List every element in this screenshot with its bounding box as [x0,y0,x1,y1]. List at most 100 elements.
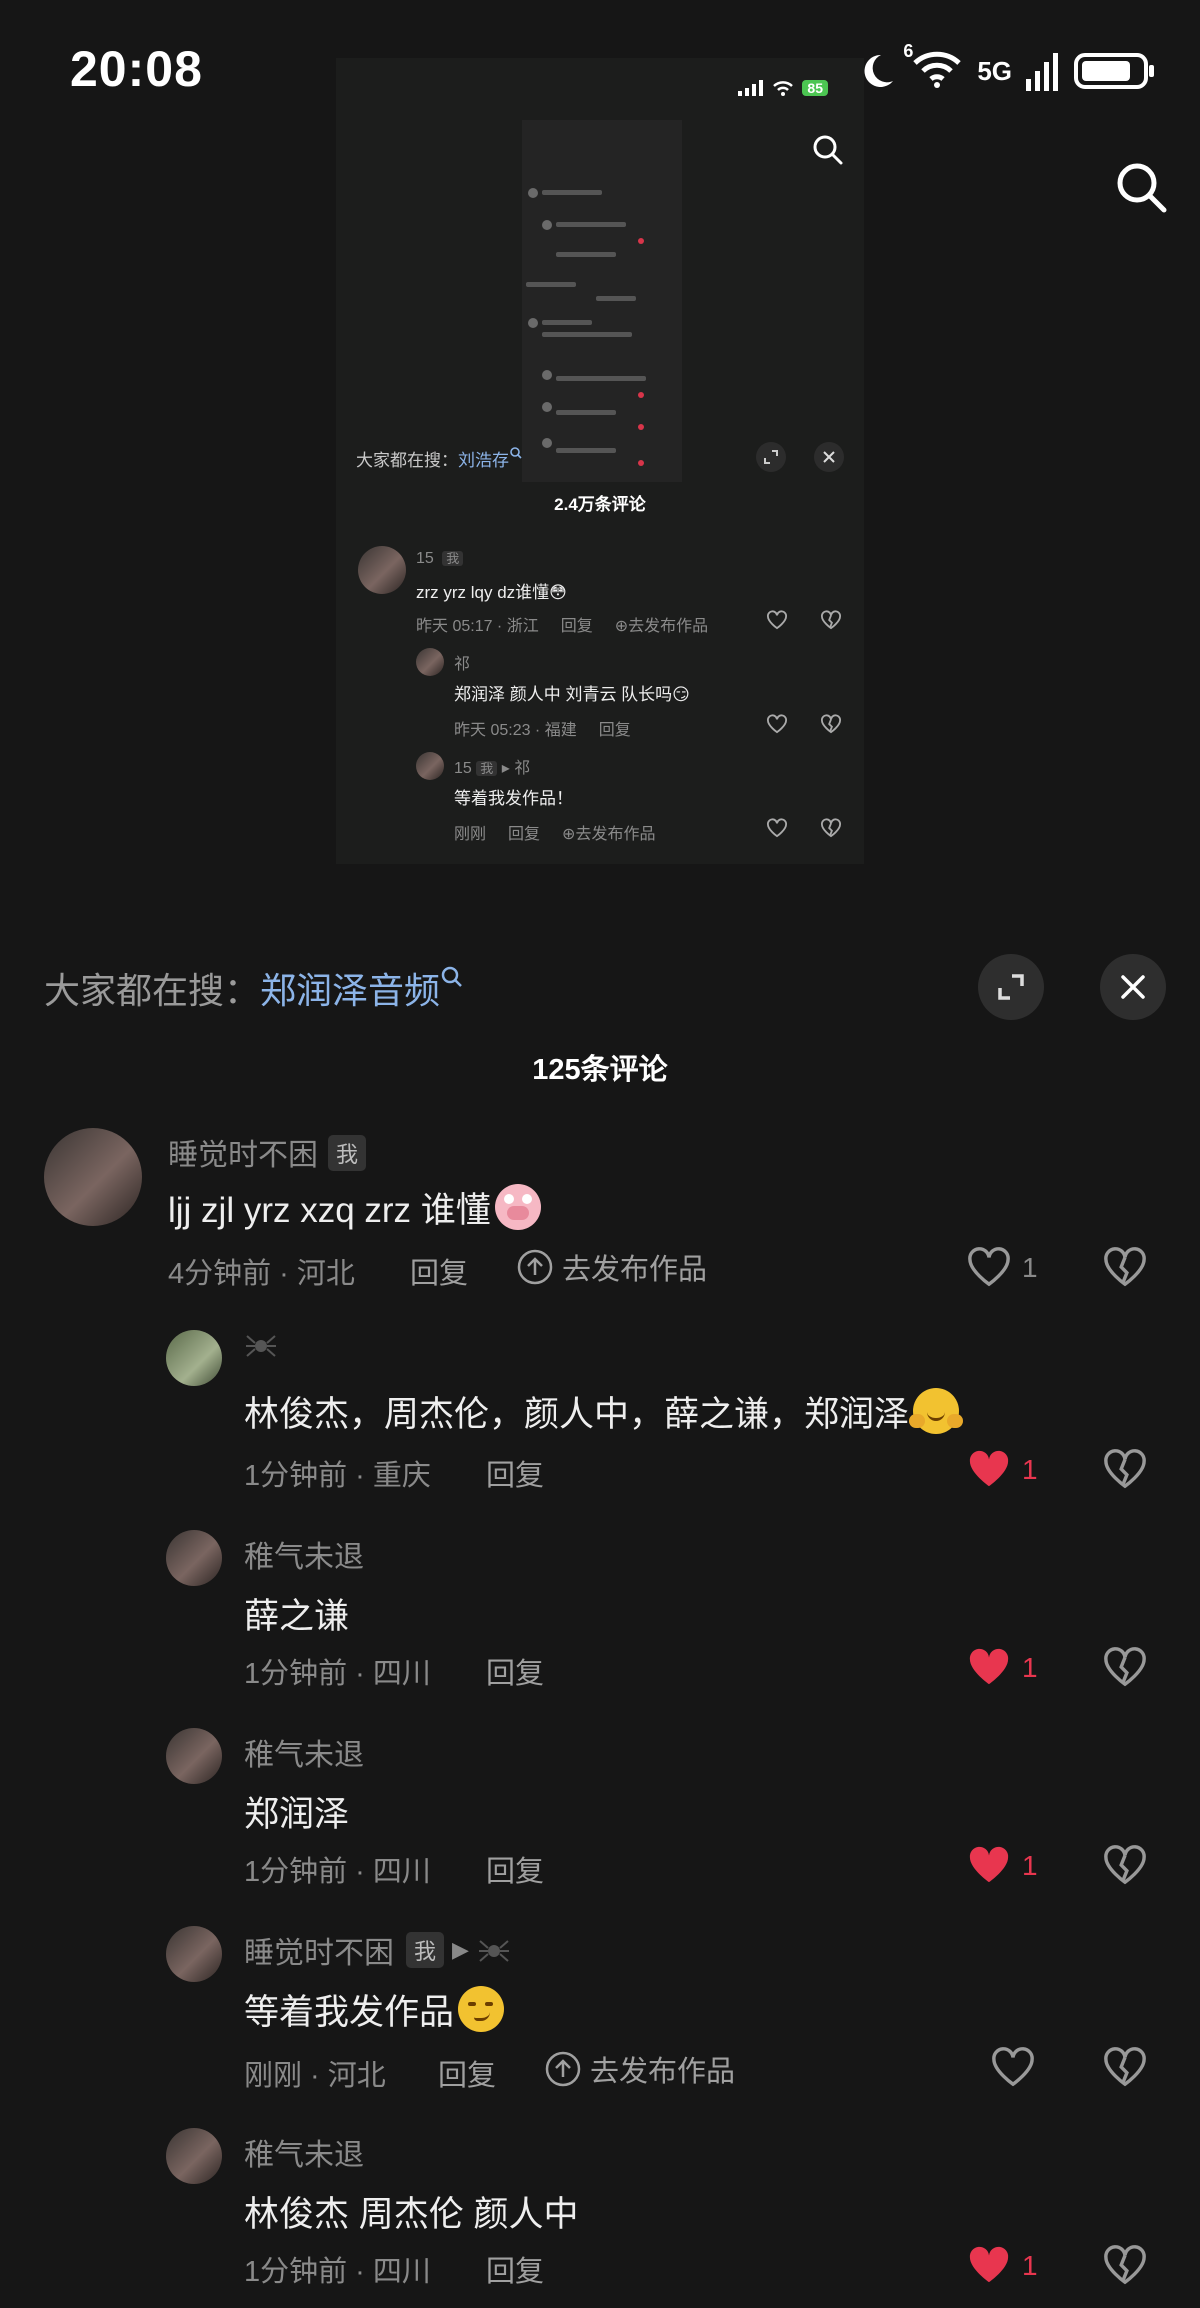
reply-button[interactable]: 回复 [486,1848,544,1890]
publish-button[interactable]: ⊕去发布作品 [562,820,655,844]
battery-icon [1074,53,1154,89]
search-suggestion-prefix: 大家都在搜： [44,970,261,1011]
close-icon [823,451,835,463]
embedded-search-suggestion[interactable]: 大家都在搜：刘浩存 [356,446,523,471]
heart-filled-icon[interactable] [966,1844,1012,1886]
reply-arrow-icon: ▶ [452,1937,469,1962]
status-time: 20:08 [70,41,203,97]
signal-icon [738,80,764,96]
avatar[interactable] [166,1926,222,1982]
heart-icon[interactable] [766,818,788,838]
dislike-icon[interactable] [1102,1246,1148,1288]
comment-text-content: 等着我发作品 [244,1993,455,2032]
reply-button[interactable]: 回复 [561,612,593,636]
search-suggestion-keyword[interactable]: 郑润泽音频 [260,970,440,1011]
spider-icon [478,1940,509,1962]
publish-button[interactable]: 去发布作品 [516,1246,707,1288]
author-name: 睡觉时不困 [244,1937,394,1970]
search-suggestion[interactable]: 大家都在搜：郑润泽音频 [44,962,464,1014]
comment-time: 刚刚 · 河北 [244,2060,386,2092]
upload-icon: ⊕ [614,618,629,635]
dislike-icon[interactable] [820,610,842,630]
embedded-comment-text: 郑润泽 颜人中 刘青云 队长吗😏 [454,685,690,704]
expand-button[interactable] [978,954,1044,1020]
avatar[interactable] [166,2128,222,2184]
embedded-close-button[interactable] [814,442,844,472]
reply-button[interactable]: 回复 [599,716,631,740]
nested-thumbnail [522,120,682,482]
comment-time: 刚刚 [454,826,487,843]
author-name[interactable]: 稚气未退 [244,1730,364,1774]
comment-text: 薛之谦 [244,1597,350,1636]
smirk-face-icon [458,1986,505,2032]
embedded-expand-button[interactable] [756,442,786,472]
reply-arrow-icon: ▸ [501,760,510,777]
embedded-comment-count: 2.4万条评论 [554,495,646,514]
comment-text-content: 林俊杰，周杰伦，颜人中，薛之谦，郑润泽 [244,1395,910,1434]
publish-label: 去发布作品 [590,2056,736,2088]
dislike-icon[interactable] [820,818,842,838]
heart-icon[interactable] [966,1246,1012,1288]
author-name[interactable]: 祁 [454,650,470,674]
comment-time: 昨天 05:17 · 浙江 [416,618,539,635]
publish-button[interactable]: 去发布作品 [544,2048,735,2090]
comment-author[interactable]: 睡觉时不困我 ▶ [244,1928,511,1972]
wifi-badge: 6 [903,40,914,61]
like-count: 1 [1022,1652,1038,1683]
heart-icon[interactable] [990,2046,1036,2088]
dislike-icon[interactable] [820,714,842,734]
reply-button[interactable]: 回复 [486,1452,544,1494]
heart-icon[interactable] [766,610,788,630]
avatar[interactable] [166,1728,222,1784]
author-name: 睡觉时不困 [168,1139,318,1172]
publish-button[interactable]: ⊕去发布作品 [615,612,708,636]
upload-icon [545,2051,581,2087]
embedded-comment-author[interactable]: 15 我 [416,548,464,568]
search-icon [441,966,462,987]
heart-filled-icon[interactable] [966,1448,1012,1490]
publish-label: 去发布作品 [628,618,709,635]
reply-button[interactable]: 回复 [438,2052,496,2094]
reply-button[interactable]: 回复 [486,2248,544,2290]
avatar[interactable] [166,1330,222,1386]
embedded-search-keyword[interactable]: 刘浩存 [458,451,509,470]
like-count: 1 [1022,2250,1038,2281]
publish-label: 去发布作品 [575,826,656,843]
like-count: 1 [1022,1454,1038,1485]
avatar[interactable] [416,648,444,676]
dislike-icon[interactable] [1102,1448,1148,1490]
dislike-icon[interactable] [1102,2244,1148,2286]
spider-icon [246,1335,276,1357]
dislike-icon[interactable] [1102,1646,1148,1688]
comment-author[interactable]: 睡觉时不困我 [168,1130,367,1174]
embedded-status-icons: 85 [738,80,828,96]
comment-author[interactable] [244,1328,278,1370]
avatar[interactable] [166,1530,222,1586]
comment-time: 1分钟前 · 四川 [244,1856,431,1888]
heart-filled-icon[interactable] [966,2244,1012,2286]
reply-button[interactable]: 回复 [486,1650,544,1692]
dislike-icon[interactable] [1102,2046,1148,2088]
search-icon [510,447,522,459]
search-icon[interactable] [1114,160,1170,216]
embedded-comment-author[interactable]: 15 我 ▸ 祁 [454,754,530,778]
reply-button[interactable]: 回复 [508,820,540,844]
heart-icon[interactable] [766,714,788,734]
close-button[interactable] [1100,954,1166,1020]
comment-count: 125条评论 [532,1054,668,1086]
avatar[interactable] [358,546,406,594]
avatar[interactable] [416,752,444,780]
reply-button[interactable]: 回复 [410,1250,468,1292]
search-icon[interactable] [812,134,844,166]
comment-text: 林俊杰 周杰伦 颜人中 [244,2195,579,2234]
embedded-search-prefix: 大家都在搜： [356,451,458,470]
author-name[interactable]: 稚气未退 [244,1532,364,1576]
comment-time: 1分钟前 · 四川 [244,1658,431,1690]
comment-text: 等着我发作品 [244,1984,505,2035]
heart-filled-icon[interactable] [966,1646,1012,1688]
dislike-icon[interactable] [1102,1844,1148,1886]
wifi-icon: 6 [903,41,963,94]
author-name[interactable]: 稚气未退 [244,2130,364,2174]
avatar[interactable] [44,1128,142,1226]
embedded-battery: 85 [802,80,828,96]
